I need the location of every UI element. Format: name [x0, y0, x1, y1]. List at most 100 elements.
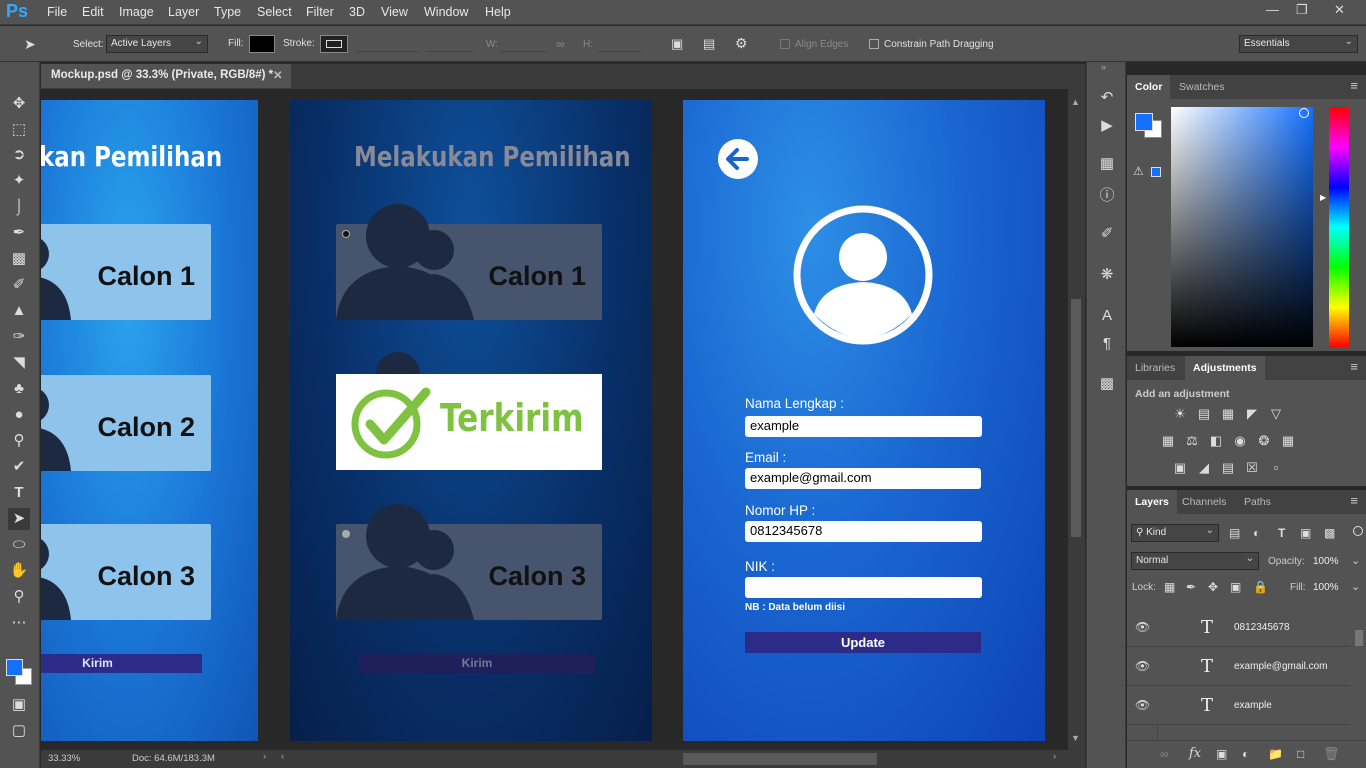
opacity-value[interactable]: 100% [1313, 556, 1339, 567]
panel-menu-icon[interactable]: ≡ [1350, 493, 1358, 508]
brightness-icon[interactable]: ☀ [1171, 406, 1189, 422]
candidate-card-1[interactable]: Calon 1 [336, 204, 602, 320]
dodge-tool-icon[interactable]: ⚲ [8, 430, 30, 452]
menu-view[interactable]: View [381, 5, 408, 19]
tab-adjustments[interactable]: Adjustments [1185, 356, 1265, 380]
kirim-button[interactable]: Kirim [359, 654, 595, 673]
fx-icon[interactable]: fx [1189, 746, 1201, 761]
candidate-card-3[interactable]: Calon 3 [41, 524, 211, 620]
collapse-icon[interactable]: » [1101, 62, 1106, 72]
menu-help[interactable]: Help [485, 5, 511, 19]
healing-brush-tool-icon[interactable]: ▩ [8, 248, 30, 270]
menu-image[interactable]: Image [119, 5, 154, 19]
minimize-icon[interactable]: — [1266, 2, 1279, 17]
add-mask-icon[interactable]: ▣ [1216, 747, 1227, 761]
color-balance-icon[interactable]: ⚖ [1183, 433, 1201, 449]
brush-settings-icon[interactable]: ✐ [1097, 224, 1117, 244]
menu-file[interactable]: File [47, 5, 67, 19]
clone-stamp-tool-icon[interactable]: ▲ [8, 300, 30, 322]
levels-icon[interactable]: ▤ [1195, 406, 1213, 422]
scroll-left-icon[interactable]: ‹ [281, 751, 284, 762]
black-white-icon[interactable]: ◧ [1207, 433, 1225, 449]
lasso-tool-icon[interactable]: ➲ [8, 144, 30, 166]
tab-swatches[interactable]: Swatches [1171, 75, 1233, 99]
width-field[interactable] [500, 36, 546, 52]
name-input[interactable]: example [745, 416, 982, 437]
scroll-thumb[interactable] [1071, 299, 1081, 537]
paint-bucket-tool-icon[interactable]: ♣ [8, 378, 30, 400]
brushes-panel-icon[interactable]: ❋ [1097, 265, 1117, 285]
filter-shape-icon[interactable]: ▣ [1300, 526, 1311, 540]
move-tool-icon[interactable]: ✥ [8, 93, 30, 115]
phone-input[interactable]: 0812345678 [745, 521, 982, 542]
visibility-eye-icon[interactable]: 👁 [1135, 620, 1150, 634]
height-field[interactable] [597, 36, 641, 52]
layer-row[interactable]: 👁 T example@gmail.com [1127, 647, 1351, 686]
hue-saturation-icon[interactable]: ▦ [1159, 433, 1177, 449]
actions-panel-icon[interactable]: ▶ [1097, 116, 1117, 136]
new-adjustment-layer-icon[interactable]: ◐ [1242, 747, 1249, 761]
hue-slider[interactable] [1329, 107, 1349, 347]
panel-menu-icon[interactable]: ≡ [1350, 78, 1358, 93]
lock-artboard-icon[interactable]: ▣ [1230, 580, 1241, 594]
lock-transparent-icon[interactable]: ▦ [1164, 580, 1175, 594]
pen-tool-icon[interactable]: ✔ [8, 456, 30, 478]
layer-filter-dropdown[interactable]: ⚲ Kind [1131, 524, 1219, 542]
stroke-type-field[interactable] [425, 36, 473, 52]
tab-libraries[interactable]: Libraries [1127, 356, 1183, 380]
menu-3d[interactable]: 3D [349, 5, 365, 19]
new-group-icon[interactable]: 📁 [1268, 747, 1283, 761]
visibility-eye-icon[interactable]: 👁 [1135, 698, 1150, 712]
fill-swatch[interactable] [249, 35, 275, 53]
character-panel-icon[interactable]: A [1097, 307, 1117, 327]
brush-tool-icon[interactable]: ✐ [8, 274, 30, 296]
type-tool-icon[interactable]: T [8, 482, 30, 504]
paragraph-panel-icon[interactable]: ¶ [1097, 335, 1117, 355]
filter-adjustment-icon[interactable]: ◐ [1253, 526, 1260, 540]
marquee-tool-icon[interactable]: ⬚ [8, 119, 30, 141]
tab-channels[interactable]: Channels [1174, 490, 1234, 514]
close-tab-icon[interactable]: ✕ [273, 68, 283, 82]
status-menu-arrow-icon[interactable]: › [263, 751, 266, 762]
magic-wand-tool-icon[interactable]: ✦ [8, 170, 30, 192]
select-dropdown[interactable]: Active Layers [106, 35, 208, 53]
scroll-down-icon[interactable]: ▼ [1071, 733, 1080, 743]
path-selection-tool-icon[interactable]: ➤ [8, 508, 30, 530]
scroll-right-icon[interactable]: › [1053, 751, 1056, 762]
info-panel-icon[interactable]: ⓘ [1097, 184, 1117, 204]
filter-smart-object-icon[interactable]: ▩ [1324, 526, 1335, 540]
history-panel-icon[interactable]: ↶ [1097, 88, 1117, 108]
nik-input[interactable] [745, 577, 982, 598]
channel-mixer-icon[interactable]: ❂ [1255, 433, 1273, 449]
path-select-tool-icon[interactable]: ➤ [24, 36, 36, 53]
photo-filter-icon[interactable]: ◉ [1231, 433, 1249, 449]
email-input[interactable]: example@gmail.com [745, 468, 981, 489]
color-field[interactable] [1171, 107, 1313, 347]
eyedropper-tool-icon[interactable]: ✒ [8, 222, 30, 244]
visibility-eye-icon[interactable]: 👁 [1135, 659, 1150, 673]
layer-row[interactable]: 👁 T 0812345678 [1127, 608, 1351, 647]
trash-icon[interactable]: 🗑 [1323, 746, 1340, 762]
blur-tool-icon[interactable]: ● [8, 404, 30, 426]
posterize-icon[interactable]: ◢ [1195, 460, 1213, 476]
path-alignment-icon[interactable]: ▤ [703, 36, 715, 52]
history-brush-tool-icon[interactable]: ✑ [8, 326, 30, 348]
stroke-swatch[interactable] [320, 35, 348, 53]
layers-scroll-thumb[interactable] [1355, 630, 1363, 646]
gradient-map-icon[interactable]: ▫ [1267, 460, 1285, 476]
new-layer-icon[interactable]: □ [1297, 747, 1304, 761]
crop-tool-icon[interactable]: ⌡ [8, 196, 30, 218]
link-layers-icon[interactable]: ∞ [1160, 747, 1169, 761]
menu-type[interactable]: Type [214, 5, 241, 19]
lock-image-icon[interactable]: ✒ [1186, 580, 1196, 594]
tab-layers[interactable]: Layers [1127, 490, 1177, 514]
exposure-icon[interactable]: ◤ [1243, 406, 1261, 422]
path-arrangement-icon[interactable]: ⚙ [735, 35, 748, 52]
restore-icon[interactable]: ❐ [1296, 2, 1308, 18]
color-lookup-icon[interactable]: ▦ [1279, 433, 1297, 449]
menu-select[interactable]: Select [257, 5, 292, 19]
invert-icon[interactable]: ▣ [1171, 460, 1189, 476]
workspace-dropdown[interactable]: Essentials [1239, 35, 1358, 53]
vibrance-icon[interactable]: ▽ [1267, 406, 1285, 422]
back-arrow-icon[interactable] [717, 138, 759, 180]
